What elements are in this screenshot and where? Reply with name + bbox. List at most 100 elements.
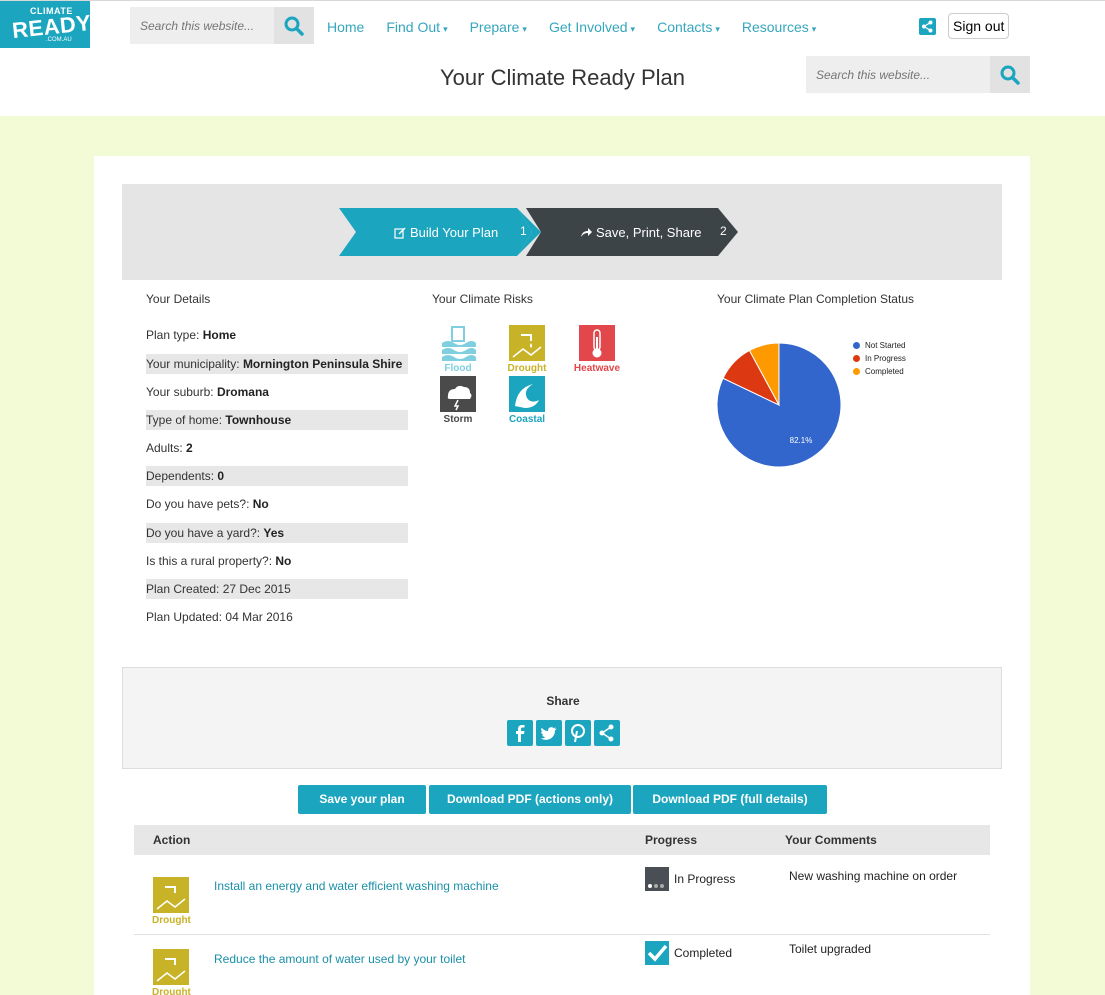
detail-value: Mornington Peninsula Shire <box>242 357 403 371</box>
share-panel: Share <box>122 667 1002 769</box>
step2-number: 2 <box>720 224 727 238</box>
step2-label-wrap[interactable]: Save, Print, Share <box>580 225 702 240</box>
save-plan-button[interactable]: Save your plan <box>298 785 426 814</box>
caret-down-icon: ▾ <box>811 24 817 34</box>
detail-row: Plan Updated: 04 Mar 2016 <box>146 607 408 627</box>
detail-label: Do you have pets?: <box>146 497 253 511</box>
details-heading: Your Details <box>146 292 211 306</box>
share-label: Share <box>546 694 580 708</box>
facebook-icon[interactable] <box>507 720 533 746</box>
step1-label-wrap[interactable]: Build Your Plan <box>394 225 498 240</box>
comment-text[interactable]: New washing machine on order <box>789 869 957 883</box>
row-risk-badge: Drought <box>152 877 191 926</box>
chart-legend: Not Started In Progress Completed <box>853 339 906 378</box>
progress-status[interactable]: In Progress <box>645 867 735 891</box>
detail-value: 0 <box>217 469 225 483</box>
pie-slice-label: 82.1% <box>790 436 813 445</box>
header-progress: Progress <box>645 833 698 847</box>
title-band: Your Climate Ready Plan <box>0 50 1105 116</box>
actions-table-header: Action Progress Your Comments <box>134 825 990 855</box>
sign-out-button[interactable]: Sign out <box>948 13 1010 39</box>
row-risk-label: Drought <box>152 987 191 995</box>
action-link[interactable]: Reduce the amount of water used by your … <box>214 952 465 966</box>
caret-down-icon: ▾ <box>443 24 448 34</box>
detail-value: Home <box>202 328 237 342</box>
drought-icon <box>153 949 189 985</box>
top-navbar: CLIMATE READY .COM.AU Home Find Out▾ Pre… <box>0 0 1105 50</box>
detail-value: Dromana <box>216 385 269 399</box>
step1-number: 1 <box>520 224 527 238</box>
plan-steps: Build Your Plan 1 Save, Print, Share 2 <box>122 184 1002 280</box>
logo-line3: .COM.AU <box>46 37 72 43</box>
nav-get-involved-label: Get Involved <box>548 19 628 35</box>
risk-storm[interactable]: Storm <box>428 376 488 425</box>
page-search-button[interactable] <box>990 56 1030 93</box>
progress-label: In Progress <box>674 872 736 886</box>
caret-down-icon: ▾ <box>715 24 720 34</box>
detail-row: Dependents: 0 <box>146 466 408 486</box>
detail-label: Plan Created: 27 Dec 2015 <box>146 582 291 596</box>
nav-prepare[interactable]: Prepare ▾ <box>470 19 527 35</box>
row-risk-badge: Drought <box>152 949 191 995</box>
nav-home[interactable]: Home <box>327 19 364 35</box>
detail-label: Type of home: <box>146 413 226 427</box>
caret-down-icon: ▾ <box>522 24 527 34</box>
nav-find-out-label: Find Out <box>386 19 441 35</box>
thermometer-icon <box>579 325 615 361</box>
main-nav: Home Find Out ▾ Prepare ▾ Get Involved ▾ Co… <box>327 19 838 35</box>
detail-label: Plan type: <box>146 328 203 342</box>
legend-dot <box>853 342 860 349</box>
header-action: Action <box>153 833 191 847</box>
wave-icon <box>509 376 545 412</box>
detail-value: Townhouse <box>225 413 292 427</box>
nav-home-label: Home <box>327 19 365 35</box>
share-icon[interactable] <box>594 720 620 746</box>
drought-icon <box>509 325 545 361</box>
nav-get-involved[interactable]: Get Involved ▾ <box>549 19 635 35</box>
download-pdf-full-button[interactable]: Download PDF (full details) <box>633 785 827 814</box>
nav-contacts[interactable]: Contacts ▾ <box>657 19 720 35</box>
risk-drought[interactable]: Drought <box>497 325 557 374</box>
share-icon[interactable] <box>919 18 936 35</box>
detail-value: No <box>275 554 292 568</box>
risk-storm-label: Storm <box>443 414 473 425</box>
step2-label: Save, Print, Share <box>596 225 702 240</box>
detail-row: Plan Created: 27 Dec 2015 <box>146 579 408 599</box>
risks-heading: Your Climate Risks <box>432 292 533 306</box>
detail-value: Yes <box>263 526 285 540</box>
completion-pie-chart: 82.1% <box>716 342 842 468</box>
detail-row: Type of home: Townhouse <box>146 410 408 430</box>
legend-item-not-started: Not Started <box>853 339 906 352</box>
table-row: Drought Install an energy and water effi… <box>134 855 990 935</box>
comment-text[interactable]: Toilet upgraded <box>789 942 871 956</box>
detail-row: Do you have pets?: No <box>146 494 408 514</box>
page-search-input[interactable] <box>806 56 990 93</box>
nav-search-input[interactable] <box>130 7 274 44</box>
nav-search <box>130 7 314 44</box>
risk-coastal[interactable]: Coastal <box>497 376 557 425</box>
detail-value: 2 <box>186 441 193 455</box>
twitter-icon[interactable] <box>536 720 562 746</box>
nav-resources[interactable]: Resources ▾ <box>742 19 816 35</box>
nav-find-out[interactable]: Find Out ▾ <box>386 19 447 35</box>
action-link[interactable]: Install an energy and water efficient wa… <box>214 879 499 893</box>
detail-label: Plan Updated: 04 Mar 2016 <box>146 610 293 624</box>
table-row: Drought Reduce the amount of water used … <box>134 935 990 995</box>
legend-label: Completed <box>865 367 904 376</box>
drought-icon <box>153 877 189 913</box>
row-risk-label: Drought <box>152 915 191 926</box>
download-pdf-actions-button[interactable]: Download PDF (actions only) <box>429 785 631 814</box>
pinterest-icon[interactable] <box>565 720 591 746</box>
climate-ready-logo[interactable]: CLIMATE READY .COM.AU <box>0 1 93 48</box>
detail-row: Your suburb: Dromana <box>146 382 408 402</box>
risk-flood[interactable]: Flood <box>428 325 488 374</box>
search-icon <box>284 16 304 36</box>
nav-search-button[interactable] <box>274 7 314 44</box>
progress-label: Completed <box>674 946 733 960</box>
caret-down-icon: ▾ <box>630 24 636 34</box>
progress-status[interactable]: Completed <box>645 941 732 965</box>
risk-heatwave[interactable]: Heatwave <box>567 325 627 374</box>
share-arrow-icon <box>581 228 592 237</box>
detail-label: Do you have a yard?: <box>146 526 264 540</box>
edit-icon <box>394 226 406 239</box>
